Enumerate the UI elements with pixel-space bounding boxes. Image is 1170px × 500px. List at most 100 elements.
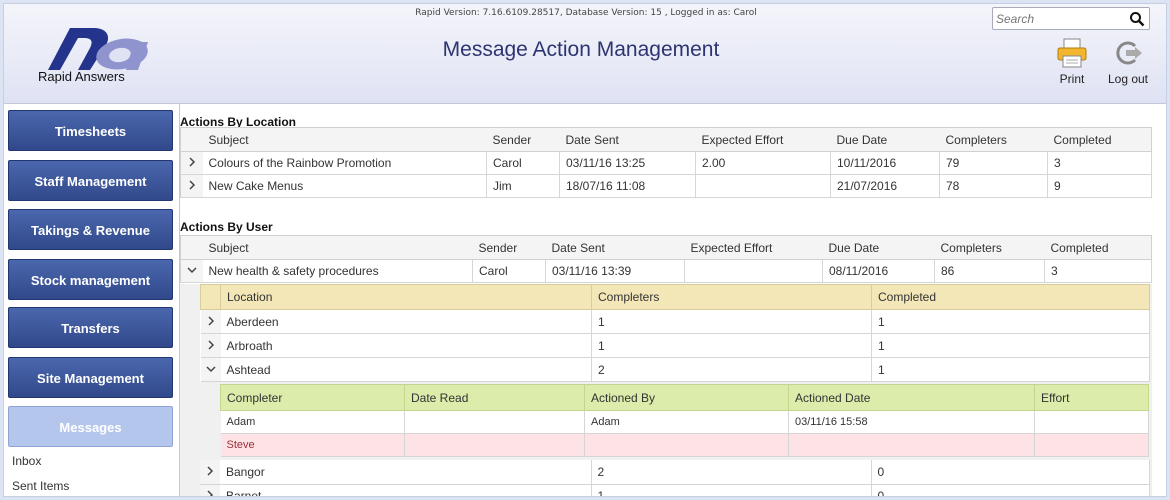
col-location[interactable]: Location (220, 284, 592, 310)
nav-site-management[interactable]: Site Management (8, 357, 173, 398)
nav-staff-management[interactable]: Staff Management (8, 160, 173, 201)
col-actioned-date[interactable]: Actioned Date (788, 384, 1035, 411)
sidebar: Timesheets Staff Management Takings & Re… (4, 104, 180, 496)
col-subject[interactable]: Subject (202, 127, 487, 152)
col-completers[interactable]: Completers (939, 127, 1048, 152)
expand-row-button[interactable] (200, 333, 221, 358)
chevron-right-icon (189, 180, 195, 190)
col-sender[interactable]: Sender (486, 127, 560, 152)
search-icon[interactable] (1129, 11, 1145, 27)
cell-expected-effort (684, 259, 823, 283)
printer-icon (1057, 38, 1087, 68)
chevron-right-icon (207, 315, 214, 326)
grid-header-row: Completer Date Read Actioned By Actioned… (220, 384, 1149, 411)
col-date-sent[interactable]: Date Sent (559, 127, 696, 152)
cell-actioned-by (584, 433, 789, 457)
cell-location: Ashtead (220, 357, 592, 382)
collapse-row-button[interactable] (180, 259, 203, 283)
cell-completed: 9 (1047, 174, 1152, 198)
col-date-read[interactable]: Date Read (404, 384, 585, 411)
sub-item-sent-items[interactable]: Sent Items (12, 479, 69, 493)
nav-messages[interactable]: Messages (8, 406, 173, 447)
chevron-down-icon (205, 365, 216, 372)
cell-completers: 2 (591, 460, 872, 485)
search-box (992, 7, 1150, 30)
col-sender[interactable]: Sender (472, 235, 546, 260)
cell-location: Aberdeen (220, 309, 592, 334)
cell-completers: 78 (939, 174, 1048, 198)
cell-date-sent: 03/11/16 13:25 (559, 151, 696, 175)
cell-completed: 3 (1044, 259, 1152, 283)
col-completer[interactable]: Completer (220, 384, 405, 411)
chevron-down-icon (187, 267, 197, 274)
logo-text: Rapid Answers (38, 69, 125, 84)
cell-completers: 1 (591, 484, 872, 496)
cell-completer: Steve (220, 433, 405, 457)
cell-due-date: 08/11/2016 (822, 259, 935, 283)
collapse-row-button[interactable] (200, 357, 221, 382)
cell-effort (1034, 410, 1149, 434)
table-row[interactable]: Bangor 2 0 (200, 460, 1150, 485)
grid-header-row: Location Completers Completed (200, 284, 1150, 310)
col-subject[interactable]: Subject (202, 235, 473, 260)
col-completed[interactable]: Completed (1047, 127, 1152, 152)
col-effort[interactable]: Effort (1034, 384, 1149, 411)
expand-row-button[interactable] (180, 174, 203, 198)
cell-location: Bangor (220, 460, 592, 485)
col-expected-effort[interactable]: Expected Effort (695, 127, 831, 152)
cell-completed: 1 (871, 357, 1150, 382)
nav-transfers[interactable]: Transfers (8, 307, 173, 348)
print-button[interactable]: Print (1047, 38, 1097, 86)
col-completers[interactable]: Completers (591, 284, 872, 310)
cell-completers: 86 (934, 259, 1045, 283)
print-label: Print (1059, 72, 1085, 86)
cell-completers: 2 (591, 357, 872, 382)
nav-stock-management[interactable]: Stock management (8, 259, 173, 300)
search-input[interactable] (996, 10, 1126, 27)
table-row[interactable]: Steve (220, 433, 1149, 457)
app-window: Rapid Answers Rapid Version: 7.16.6109.2… (3, 3, 1167, 497)
table-row[interactable]: Arbroath 1 1 (200, 333, 1150, 358)
nav-timesheets[interactable]: Timesheets (8, 110, 173, 151)
col-completed[interactable]: Completed (871, 284, 1150, 310)
cell-completers: 1 (591, 309, 872, 334)
logout-label: Log out (1107, 72, 1149, 86)
col-expected-effort[interactable]: Expected Effort (684, 235, 823, 260)
table-row[interactable]: New Cake Menus Jim 18/07/16 11:08 21/07/… (180, 174, 1152, 198)
expand-row-button[interactable] (180, 151, 203, 175)
table-row[interactable]: Barnet 1 0 (200, 484, 1150, 496)
chevron-right-icon (189, 157, 195, 167)
cell-completers: 79 (939, 151, 1048, 175)
cell-completer: Adam (220, 410, 405, 434)
cell-due-date: 10/11/2016 (830, 151, 940, 175)
sub-item-inbox[interactable]: Inbox (12, 454, 41, 468)
actions-by-location-grid: Subject Sender Date Sent Expected Effort… (180, 127, 1152, 198)
col-date-sent[interactable]: Date Sent (545, 235, 685, 260)
expand-row-button[interactable] (200, 460, 220, 485)
cell-location: Arbroath (220, 333, 592, 358)
logout-button[interactable]: Log out (1103, 38, 1153, 86)
table-row[interactable]: Ashtead 2 1 (200, 357, 1150, 382)
col-actioned-by[interactable]: Actioned By (584, 384, 789, 411)
cell-sender: Carol (472, 259, 546, 283)
detail-panel: Location Completers Completed Aberdeen 1… (180, 284, 1152, 496)
cell-actioned-by: Adam (584, 410, 789, 434)
expand-row-button[interactable] (200, 484, 220, 496)
table-row[interactable]: Adam Adam 03/11/16 15:58 (220, 410, 1149, 434)
table-row[interactable]: Colours of the Rainbow Promotion Carol 0… (180, 151, 1152, 175)
col-completers[interactable]: Completers (934, 235, 1045, 260)
cell-sender: Jim (486, 174, 560, 198)
table-row[interactable]: New health & safety procedures Carol 03/… (180, 259, 1152, 283)
table-row[interactable]: Aberdeen 1 1 (200, 309, 1150, 334)
col-completed[interactable]: Completed (1044, 235, 1152, 260)
cell-effort (1034, 433, 1149, 457)
cell-due-date: 21/07/2016 (830, 174, 940, 198)
col-due-date[interactable]: Due Date (822, 235, 935, 260)
cell-completed: 0 (871, 460, 1150, 485)
expand-row-button[interactable] (200, 309, 221, 334)
nav-takings-revenue[interactable]: Takings & Revenue (8, 209, 173, 250)
header: Rapid Answers Rapid Version: 7.16.6109.2… (4, 4, 1166, 104)
col-due-date[interactable]: Due Date (830, 127, 940, 152)
grid-header-row: Subject Sender Date Sent Expected Effort… (180, 235, 1152, 260)
location-detail-grid: Location Completers Completed Aberdeen 1… (200, 284, 1150, 382)
